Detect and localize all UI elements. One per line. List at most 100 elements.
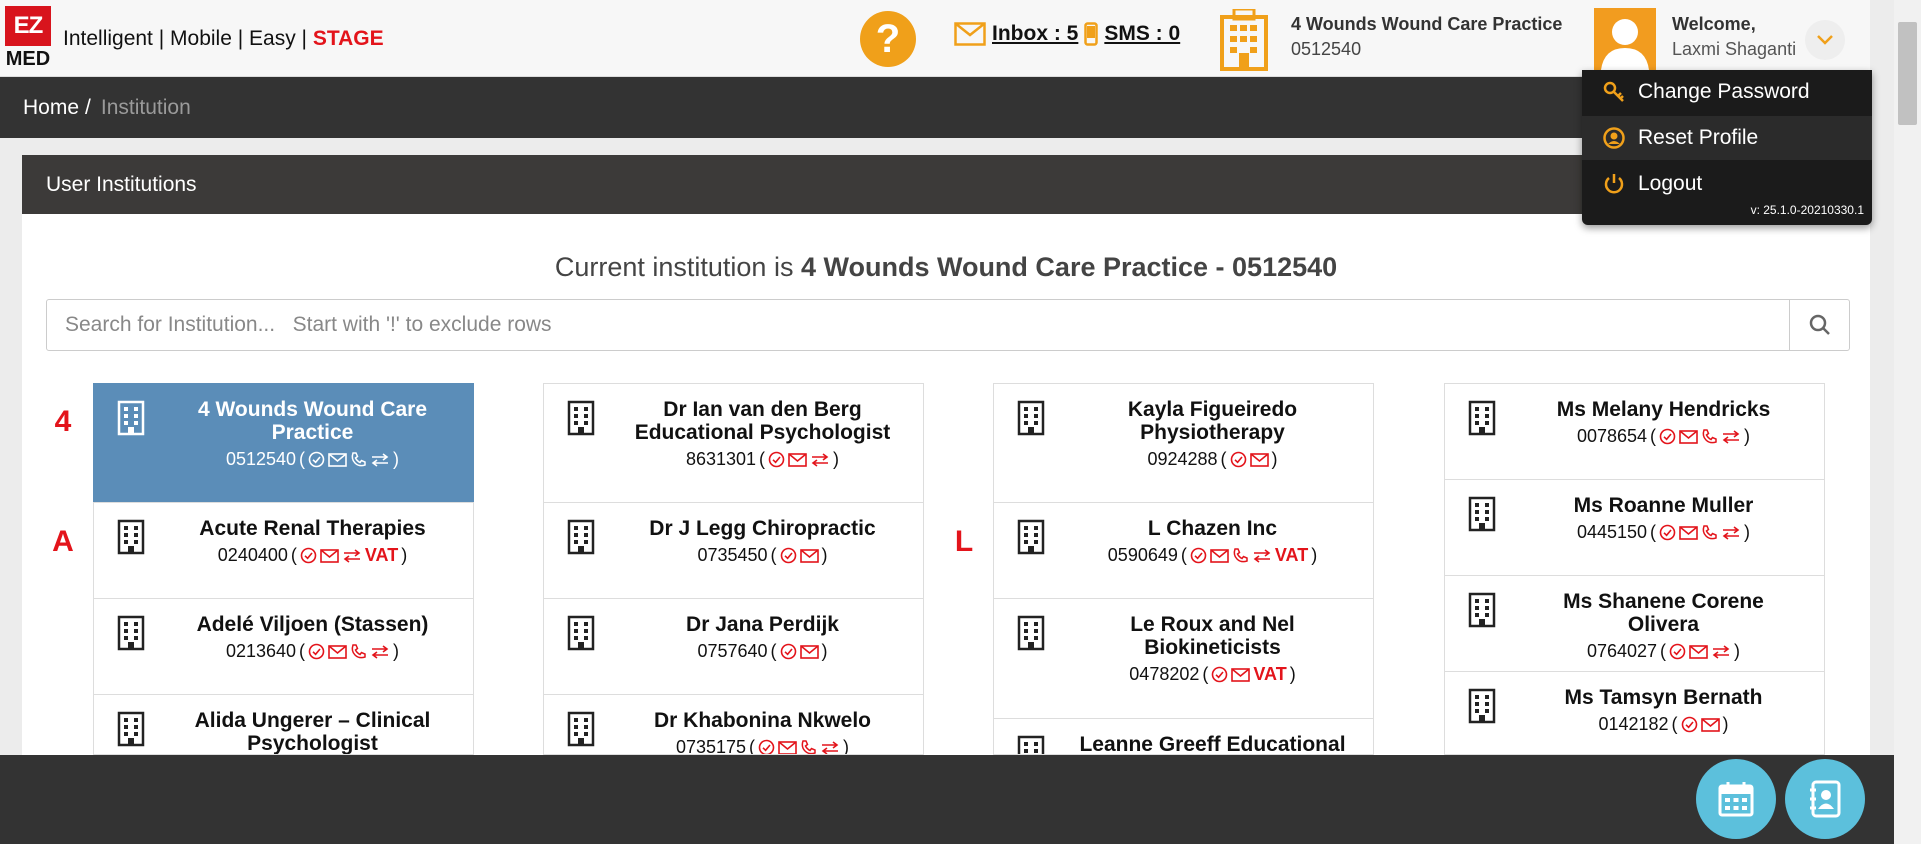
reset-profile-item[interactable]: Reset Profile (1582, 116, 1872, 160)
transfer-icon (820, 740, 840, 754)
check-circle-icon (1659, 428, 1676, 445)
building-icon (116, 613, 146, 651)
institution-card[interactable]: Kayla Figueiredo Physiotherapy 0924288() (993, 383, 1374, 503)
institution-card[interactable]: Dr Ian van den Berg Educational Psycholo… (543, 383, 924, 503)
institution-card[interactable]: 4 Wounds Wound Care Practice 0512540() (93, 383, 474, 503)
transfer-icon (370, 452, 390, 467)
mail-icon (799, 548, 819, 563)
check-circle-icon (780, 643, 797, 660)
scrollbar-thumb[interactable] (1898, 22, 1917, 125)
transfer-icon (370, 644, 390, 659)
breadcrumb-home[interactable]: Home (23, 96, 79, 120)
current-institution-header: 4 Wounds Wound Care Practice 0512540 (1291, 14, 1563, 59)
mail-icon (320, 548, 339, 563)
institution-card[interactable]: Ms Melany Hendricks 0078654() (1444, 383, 1825, 480)
ezmed-logo[interactable]: EZ MED (5, 6, 51, 72)
phone-icon (1701, 428, 1718, 445)
check-circle-icon (1669, 643, 1686, 660)
transfer-icon (1721, 429, 1741, 444)
sms-link[interactable]: SMS : 0 (1104, 22, 1180, 46)
vat-badge: VAT (1274, 545, 1309, 565)
institution-card[interactable]: Leanne Greeff Educational (993, 718, 1374, 755)
building-icon (116, 398, 146, 436)
check-circle-icon (780, 547, 797, 564)
building-icon (116, 517, 146, 555)
check-circle-icon (1190, 547, 1207, 564)
check-circle-icon (300, 547, 317, 564)
check-circle-icon (1681, 716, 1698, 733)
mail-icon (328, 452, 347, 467)
version-label: v: 25.1.0-20210330.1 (1750, 203, 1864, 217)
inbox-link[interactable]: Inbox : 5 (992, 22, 1078, 46)
transfer-icon (810, 452, 830, 467)
user-menu-toggle[interactable] (1805, 20, 1845, 60)
institution-card[interactable]: Ms Shanene Corene Olivera 0764027() (1444, 575, 1825, 672)
search-input[interactable] (47, 300, 1789, 350)
mail-icon (1700, 717, 1720, 732)
building-icon (1016, 613, 1046, 651)
help-button[interactable]: ? (860, 11, 916, 67)
user-circle-icon (1602, 126, 1626, 150)
institution-card[interactable]: Le Roux and Nel Biokineticists 0478202(V… (993, 598, 1374, 719)
top-header: EZ MED Intelligent | Mobile | Easy | STA… (0, 0, 1870, 77)
phone-icon (350, 643, 367, 660)
page-scrollbar[interactable] (1894, 0, 1921, 844)
transfer-icon (342, 548, 362, 563)
chevron-down-icon (1816, 34, 1834, 46)
messages-area: Inbox : 5 SMS : 0 (954, 22, 1180, 46)
change-password-item[interactable]: Change Password (1582, 70, 1872, 114)
mail-icon (328, 644, 347, 659)
building-icon (1467, 494, 1497, 532)
mail-icon (1679, 525, 1698, 540)
user-avatar[interactable] (1594, 8, 1656, 70)
transfer-icon (1252, 548, 1272, 563)
phone-icon (800, 739, 817, 754)
check-circle-icon (768, 451, 785, 468)
building-icon (566, 709, 596, 747)
institution-card[interactable]: Adelé Viljoen (Stassen) 0213640() (93, 598, 474, 695)
institution-card[interactable]: Dr J Legg Chiropractic 0735450() (543, 502, 924, 599)
institution-building-icon (1218, 9, 1270, 71)
institution-card[interactable]: Acute Renal Therapies 0240400(VAT) (93, 502, 474, 599)
mail-icon (788, 452, 807, 467)
user-dropdown-menu: Change Password Reset Profile Logout v: … (1582, 70, 1872, 225)
stage-label: STAGE (312, 27, 384, 50)
mail-icon (1689, 644, 1708, 659)
calendar-icon (1717, 780, 1755, 818)
logout-item[interactable]: Logout (1582, 162, 1872, 206)
group-letter: 4 (54, 405, 72, 438)
group-letter: L (954, 525, 974, 558)
institution-card[interactable]: Ms Tamsyn Bernath 0142182() (1444, 671, 1825, 755)
contacts-button[interactable] (1785, 759, 1865, 839)
institution-card[interactable]: Dr Jana Perdijk 0757640() (543, 598, 924, 695)
check-circle-icon (1211, 666, 1228, 683)
institution-card[interactable]: Dr Khabonina Nkwelo 0735175() (543, 694, 924, 755)
mail-icon (1679, 429, 1698, 444)
phone-icon (1232, 547, 1249, 564)
building-icon (1016, 733, 1046, 754)
user-name: Laxmi Shaganti (1672, 39, 1797, 59)
power-icon (1602, 172, 1626, 196)
institution-card[interactable]: Ms Roanne Muller 0445150() (1444, 479, 1825, 576)
building-icon (1467, 398, 1497, 436)
building-icon (1467, 590, 1497, 628)
building-icon (1016, 398, 1046, 436)
institution-card[interactable]: L Chazen Inc 0590649(VAT) (993, 502, 1374, 599)
phone-icon (1084, 22, 1099, 46)
building-icon (566, 517, 596, 555)
check-circle-icon (1230, 451, 1247, 468)
institution-card[interactable]: Alida Ungerer – Clinical Psychologist (93, 694, 474, 755)
check-circle-icon (758, 739, 775, 754)
search-button[interactable] (1789, 300, 1849, 350)
building-icon (1016, 517, 1046, 555)
mail-icon (954, 22, 986, 46)
group-letter: A (52, 525, 74, 558)
transfer-icon (1721, 525, 1741, 540)
mail-icon (799, 644, 819, 659)
transfer-icon (1711, 644, 1731, 659)
mail-icon (1210, 548, 1229, 563)
building-icon (116, 709, 146, 747)
phone-icon (350, 451, 367, 468)
calendar-button[interactable] (1696, 759, 1776, 839)
mail-icon (778, 740, 797, 754)
